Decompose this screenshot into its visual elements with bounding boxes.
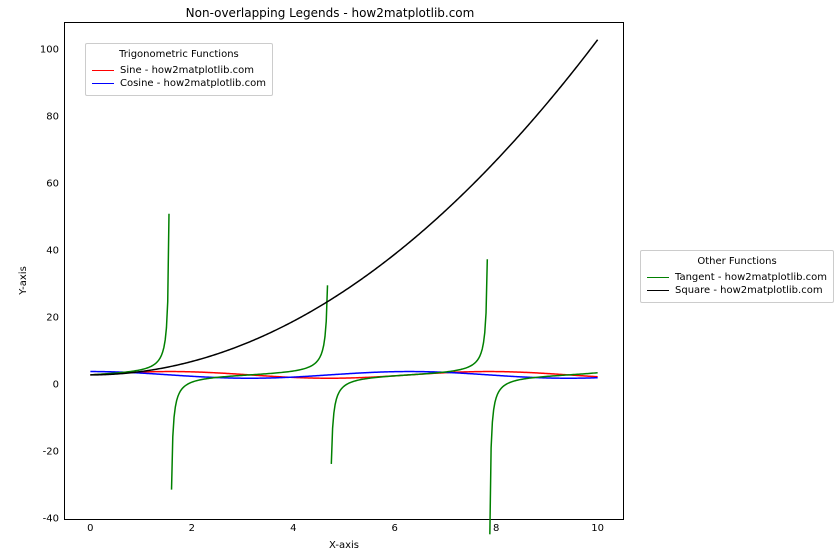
xtick-label: 10 [591,519,604,534]
legend-swatch [647,290,669,291]
xtick-label: 8 [493,519,499,534]
chart-figure: Non-overlapping Legends - how2matplotlib… [0,0,840,560]
xtick-label: 4 [290,519,296,534]
ytick-label: -40 [29,514,65,525]
legend-item: Cosine - how2matplotlib.com [92,77,266,91]
legend-label: Cosine - how2matplotlib.com [120,77,266,91]
x-axis-label: X-axis [64,540,624,551]
legend-swatch [92,83,114,84]
xtick-label: 6 [392,519,398,534]
ytick-label: 20 [29,312,65,323]
ytick-label: -20 [29,446,65,457]
legend-item: Sine - how2matplotlib.com [92,64,266,78]
ytick-label: 60 [29,178,65,189]
legend-label: Sine - how2matplotlib.com [120,64,254,78]
legend-title: Trigonometric Functions [92,48,266,62]
xtick-label: 2 [189,519,195,534]
legend-item: Tangent - how2matplotlib.com [647,271,827,285]
legend-swatch [92,70,114,71]
ytick-label: 40 [29,245,65,256]
legend-item: Square - how2matplotlib.com [647,284,827,298]
y-axis-label: Y-axis [16,0,30,560]
legend-trig: Trigonometric Functions Sine - how2matpl… [85,43,273,96]
ytick-label: 80 [29,111,65,122]
xtick-label: 0 [87,519,93,534]
chart-title: Non-overlapping Legends - how2matplotlib… [0,6,660,20]
legend-label: Square - how2matplotlib.com [675,284,823,298]
legend-other: Other Functions Tangent - how2matplotlib… [640,250,834,303]
legend-label: Tangent - how2matplotlib.com [675,271,827,285]
ytick-label: 0 [29,379,65,390]
legend-title: Other Functions [647,255,827,269]
plot-area [65,23,623,519]
axes: -40 -20 0 20 40 60 80 100 0 2 4 6 8 10 T… [64,22,624,520]
legend-swatch [647,277,669,278]
ytick-label: 100 [29,44,65,55]
